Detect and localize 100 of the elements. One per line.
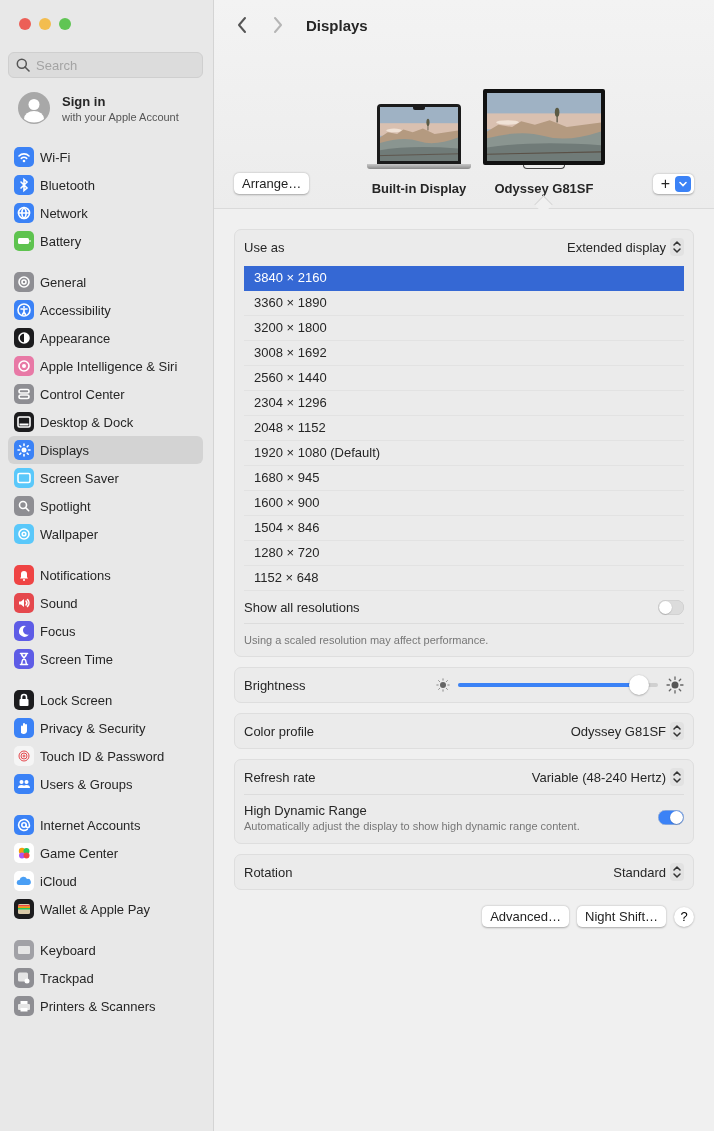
resolution-option[interactable]: 1280 × 720 [244, 541, 684, 566]
use-as-popup[interactable]: Extended display [567, 238, 684, 256]
sidebar-item[interactable]: Users & Groups [8, 770, 203, 798]
accessibility-icon [14, 300, 34, 320]
bluetooth-icon [14, 175, 34, 195]
at-sign-icon [14, 815, 34, 835]
bubbles-icon [14, 843, 34, 863]
sidebar-item[interactable]: Internet Accounts [8, 811, 203, 839]
display-thumbnail[interactable]: Built-in Display [366, 104, 471, 196]
sidebar-item[interactable]: Printers & Scanners [8, 992, 203, 1020]
resolution-option[interactable]: 2048 × 1152 [244, 416, 684, 441]
add-display-button[interactable]: + [652, 174, 694, 194]
sidebar-item[interactable]: Displays [8, 436, 203, 464]
sidebar-item[interactable]: Battery [8, 227, 203, 255]
avatar-icon[interactable] [18, 92, 50, 124]
chevron-updown-icon[interactable] [670, 768, 684, 786]
people-icon [14, 774, 34, 794]
setting-label: High Dynamic Range [244, 802, 368, 818]
cloud-icon [14, 871, 34, 891]
hint-text: Using a scaled resolution may affect performance. [244, 633, 490, 648]
chevron-down-icon[interactable] [675, 176, 691, 192]
setting-description: Automatically adjust the display to show high dynamic range content. [244, 819, 580, 832]
sidebar-item[interactable]: Control Center [8, 380, 203, 408]
color-profile-popup[interactable]: Odyssey G81SF [570, 722, 684, 740]
resolution-option[interactable]: 3840 × 2160 [244, 266, 684, 291]
search-icon [14, 496, 34, 516]
sidebar-item[interactable]: Touch ID & Password [8, 742, 203, 770]
sidebar-item[interactable]: General [8, 268, 203, 296]
setting-label: Color profile [244, 723, 315, 739]
refresh-rate-popup[interactable]: Variable (48-240 Hertz) [531, 768, 684, 786]
arrange-button[interactable]: Arrange… [234, 173, 310, 194]
back-button[interactable] [236, 16, 248, 34]
resolution-option[interactable]: 2304 × 1296 [244, 391, 684, 416]
sidebar-item[interactable]: Desktop & Dock [8, 408, 203, 436]
sidebar-item[interactable]: Bluetooth [8, 171, 203, 199]
sidebar-item[interactable]: Privacy & Security [8, 714, 203, 742]
chevron-updown-icon[interactable] [670, 863, 684, 881]
search-field[interactable]: Search [8, 52, 203, 78]
dialog-button[interactable]: Advanced… [482, 906, 569, 927]
hourglass-icon [14, 649, 34, 669]
sidebar-item[interactable]: Appearance [8, 324, 203, 352]
resolution-option[interactable]: 1504 × 846 [244, 516, 684, 541]
setting-label: Refresh rate [244, 769, 316, 785]
resolution-option[interactable]: 1152 × 648 [244, 566, 684, 591]
sidebar-item[interactable]: Screen Time [8, 645, 203, 673]
dock-icon [14, 412, 34, 432]
window-title: Displays [306, 16, 368, 34]
sidebar-item[interactable]: Wallet & Apple Pay [8, 895, 203, 923]
account-subtitle: with your Apple Account [62, 110, 179, 123]
wallet-icon [14, 899, 34, 919]
toggle-switch[interactable] [658, 599, 684, 615]
toggles-icon [14, 384, 34, 404]
sun-icon [14, 440, 34, 460]
dialog-button[interactable]: Night Shift… [577, 906, 666, 927]
sidebar-item[interactable]: Sound [8, 589, 203, 617]
moon-icon [14, 621, 34, 641]
rotation-popup[interactable]: Standard [613, 863, 684, 881]
setting-label: Brightness [244, 677, 306, 693]
close-button[interactable] [19, 18, 31, 30]
sun-icon [666, 676, 684, 694]
sidebar-item[interactable]: Focus [8, 617, 203, 645]
sidebar-item[interactable]: Screen Saver [8, 464, 203, 492]
resolution-option[interactable]: 1920 × 1080 (Default) [244, 441, 684, 466]
sidebar-item[interactable]: Apple Intelligence & Siri [8, 352, 203, 380]
sidebar-item[interactable]: Accessibility [8, 296, 203, 324]
bell-icon [14, 565, 34, 585]
globe-icon [14, 203, 34, 223]
sidebar-item[interactable]: Network [8, 199, 203, 227]
resolution-option[interactable]: 2560 × 1440 [244, 366, 684, 391]
sidebar-item[interactable]: Game Center [8, 839, 203, 867]
resolution-option[interactable]: 3360 × 1890 [244, 291, 684, 316]
sidebar-item[interactable]: iCloud [8, 867, 203, 895]
chevron-updown-icon[interactable] [670, 238, 684, 256]
printer-icon [14, 996, 34, 1016]
chevron-updown-icon[interactable] [670, 722, 684, 740]
display-thumbnail[interactable]: Odyssey G81SF [482, 89, 605, 196]
toggle-switch[interactable] [658, 809, 684, 825]
resolution-option[interactable]: 1680 × 945 [244, 466, 684, 491]
help-button[interactable]: ? [674, 906, 694, 927]
lock-icon [14, 690, 34, 710]
sidebar-item[interactable]: Keyboard [8, 936, 203, 964]
setting-label: Use as [244, 239, 285, 255]
sign-in-link[interactable]: Sign in [62, 93, 179, 109]
resolution-option[interactable]: 3200 × 1800 [244, 316, 684, 341]
setting-label: Rotation [244, 864, 293, 880]
resolution-option[interactable]: 3008 × 1692 [244, 341, 684, 366]
sidebar-item[interactable]: Spotlight [8, 492, 203, 520]
sidebar-item[interactable]: Wi-Fi [8, 143, 203, 171]
sidebar-item[interactable]: Trackpad [8, 964, 203, 992]
battery-icon [14, 231, 34, 251]
trackpad-icon [14, 968, 34, 988]
sidebar-item[interactable]: Notifications [8, 561, 203, 589]
sidebar-item[interactable]: Lock Screen [8, 686, 203, 714]
slider-thumb[interactable] [629, 675, 649, 695]
setting-label: Show all resolutions [244, 599, 360, 615]
resolution-option[interactable]: 1600 × 900 [244, 491, 684, 516]
sidebar-item[interactable]: Wallpaper [8, 520, 203, 548]
hand-icon [14, 718, 34, 738]
wifi-icon [14, 147, 34, 167]
brightness-slider[interactable] [458, 675, 658, 695]
